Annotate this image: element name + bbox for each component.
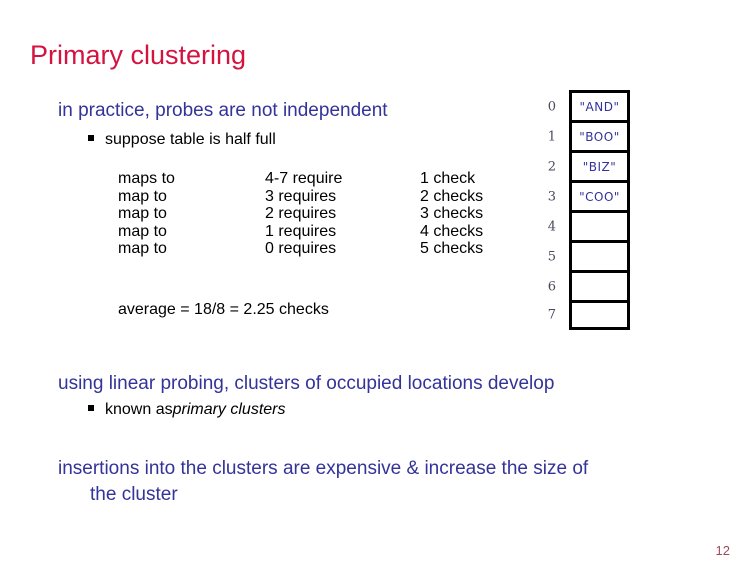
table-row: maps to 4-7 require 1 check: [118, 170, 483, 188]
probe-breakdown-table: maps to 4-7 require 1 check map to 3 requir…: [118, 170, 483, 258]
bullet-known-as-prefix: known as: [105, 401, 173, 418]
table-row: map to 2 requires 3 checks: [118, 205, 483, 223]
hash-table-index: 2: [547, 159, 556, 174]
hash-table-value: "BOO": [579, 129, 620, 144]
table-row: map to 0 requires 5 checks: [118, 240, 483, 258]
cell-requires: 4-7 require: [265, 170, 343, 187]
cell-requires: 3 requires: [265, 187, 337, 205]
bullet-known-as-primary-clusters: known as primary clusters: [88, 401, 286, 419]
cell-maps-to: map to: [118, 240, 167, 258]
hash-table-cell: 6: [548, 270, 630, 300]
hash-table-index: 6: [547, 279, 556, 294]
hash-table-cell: 1 "BOO": [548, 120, 630, 150]
bullet-suppose-label: suppose table is half full: [105, 131, 276, 148]
cell-checks: 5 checks: [420, 240, 484, 258]
hash-table-cell: 7: [548, 300, 630, 330]
hash-table-value: "AND": [579, 99, 620, 114]
average-checks-line: average = 18/8 = 2.25 checks: [118, 301, 329, 318]
page-number: 12: [715, 543, 730, 558]
cell-checks: 3 checks: [420, 205, 484, 223]
hash-table-cell: 4: [548, 210, 630, 240]
hash-table-index: 3: [547, 189, 556, 204]
table-row: map to 3 requires 2 checks: [118, 188, 483, 206]
cell-maps-to: map to: [118, 187, 167, 205]
cell-checks: 1 check: [420, 170, 476, 187]
hash-table-cell: 5: [548, 240, 630, 270]
page-title: Primary clustering: [30, 40, 247, 70]
hash-table-diagram: 0 "AND" 1 "BOO" 2 "BIZ" 3 "COO" 4 5 6 7: [548, 90, 630, 330]
square-bullet-icon: [88, 405, 94, 411]
hash-table-index: 7: [547, 307, 556, 323]
square-bullet-icon: [88, 135, 94, 141]
conclusion-insertions-line-1: insertions into the clusters are expensi…: [58, 458, 589, 479]
cell-requires: 0 requires: [265, 240, 337, 258]
table-row: map to 1 requires 4 checks: [118, 223, 483, 241]
cell-maps-to: map to: [118, 205, 167, 223]
hash-table-index: 5: [547, 249, 556, 264]
hash-table-value: "COO": [579, 189, 620, 204]
hash-table-value: "BIZ": [582, 159, 617, 174]
cell-checks: 4 checks: [420, 222, 484, 240]
hash-table-cell: 0 "AND": [548, 90, 630, 120]
intro-line-in-practice: in practice, probes are not independent: [58, 100, 388, 121]
conclusion-insertions-line-2: the cluster: [90, 484, 178, 505]
cell-maps-to: map to: [118, 222, 167, 240]
hash-table-index: 4: [547, 219, 556, 234]
hash-table-index: 1: [547, 129, 556, 144]
cell-requires: 1 requires: [265, 222, 337, 240]
bullet-known-as-italic-term: primary clusters: [172, 401, 286, 418]
slide-canvas: Primary clustering in practice, probes a…: [0, 0, 756, 576]
cell-checks: 2 checks: [420, 187, 484, 205]
cell-requires: 2 requires: [265, 205, 337, 223]
conclusion-linear-probing-line: using linear probing, clusters of occupi…: [58, 373, 555, 394]
bullet-suppose-table-half-full: suppose table is half full: [88, 131, 276, 149]
cell-maps-to: maps to: [118, 170, 175, 187]
hash-table-cell: 3 "COO": [548, 180, 630, 210]
hash-table-index: 0: [547, 99, 556, 114]
hash-table-cell: 2 "BIZ": [548, 150, 630, 180]
